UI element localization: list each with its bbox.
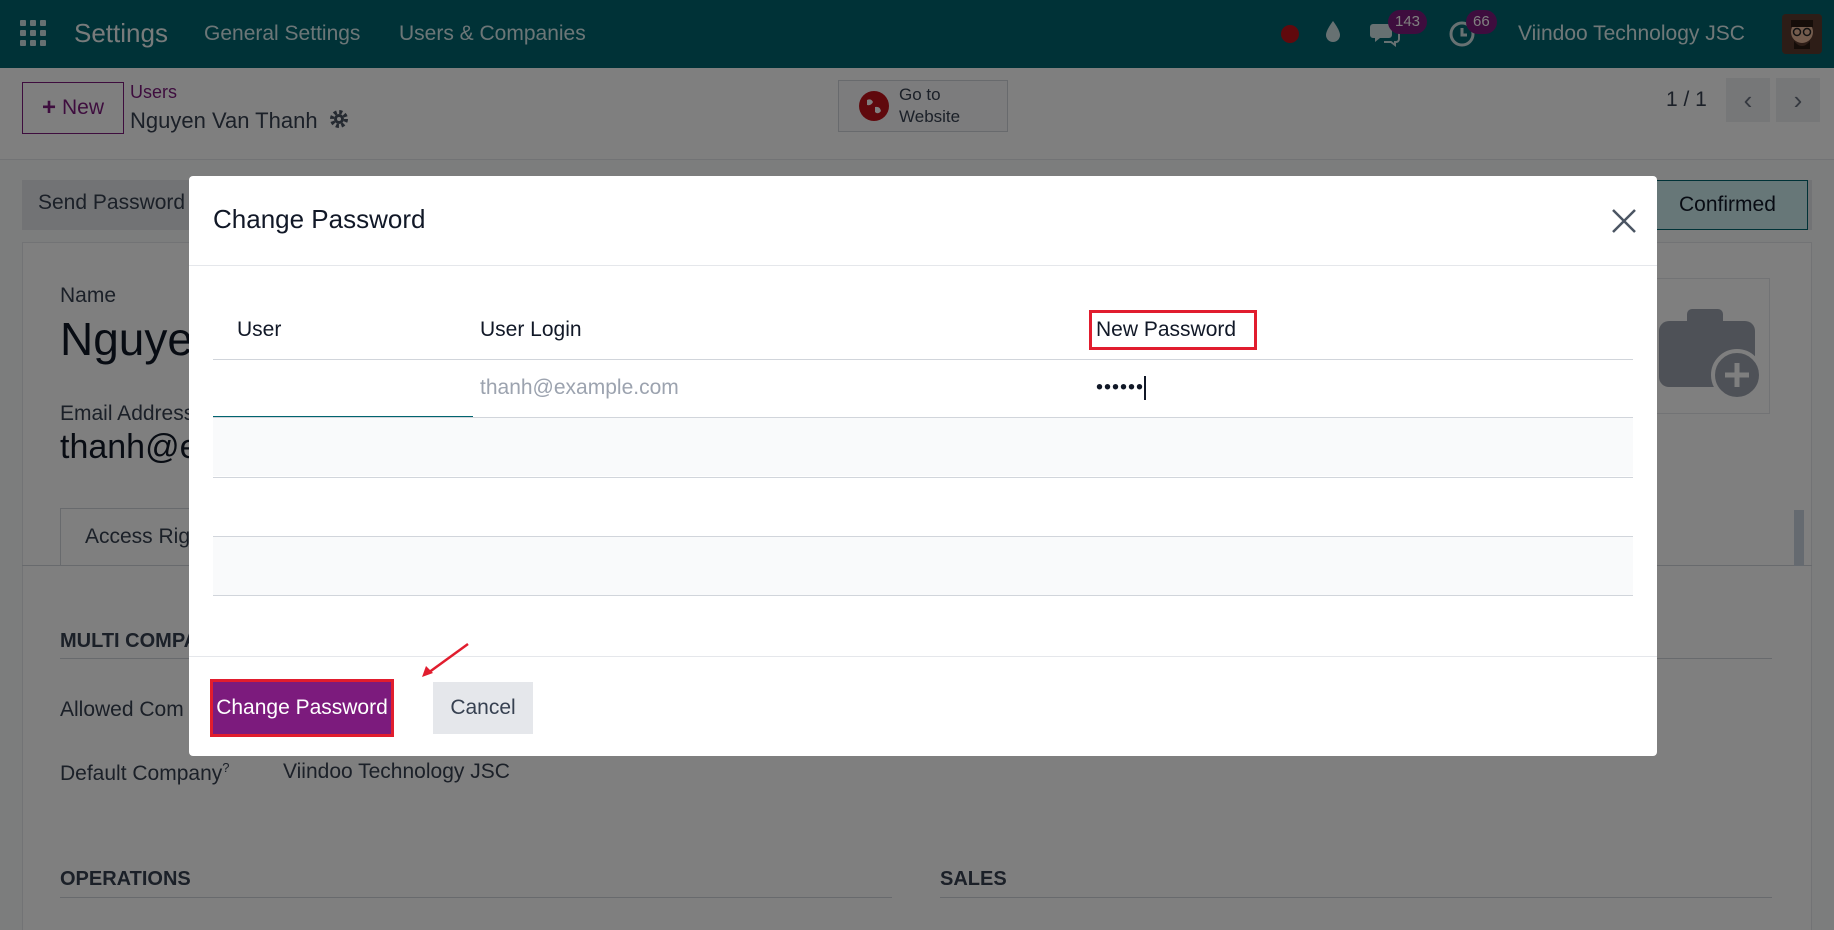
annotation-arrow-icon bbox=[422, 642, 469, 677]
row-divider bbox=[213, 477, 1633, 478]
header-divider bbox=[213, 359, 1633, 360]
user-cell[interactable] bbox=[237, 376, 457, 406]
user-login-cell[interactable]: thanh@example.com bbox=[480, 376, 679, 400]
table-row-empty bbox=[213, 418, 1633, 476]
new-password-input[interactable]: •••••• bbox=[1096, 376, 1147, 400]
cancel-button[interactable]: Cancel bbox=[433, 682, 533, 734]
close-icon[interactable] bbox=[1609, 206, 1639, 236]
highlight-new-password bbox=[1089, 310, 1257, 350]
column-header-user-login[interactable]: User Login bbox=[480, 318, 582, 342]
dialog-title: Change Password bbox=[213, 204, 426, 234]
row-divider bbox=[213, 595, 1633, 596]
table-row-empty bbox=[213, 537, 1633, 595]
change-password-button[interactable]: Change Password bbox=[210, 679, 394, 737]
column-header-user[interactable]: User bbox=[237, 318, 281, 342]
dialog-header: Change Password bbox=[189, 176, 1657, 266]
